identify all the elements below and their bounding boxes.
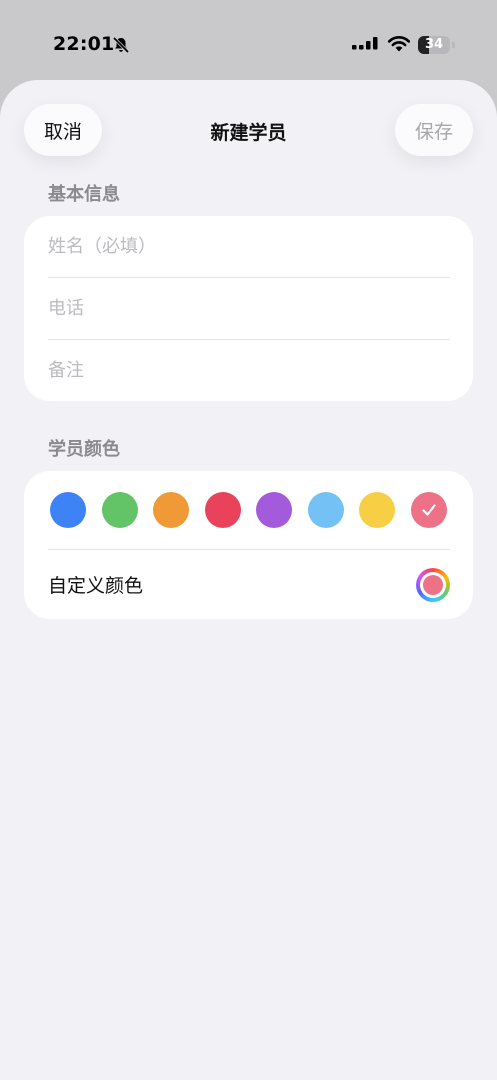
color-swatch[interactable] [204, 492, 241, 528]
color-swatch[interactable] [410, 492, 447, 528]
save-button[interactable]: 保存 [395, 104, 473, 156]
basic-info-card: 姓名（必填） 电话 备注 [24, 216, 473, 401]
custom-color-preview [423, 575, 443, 595]
battery-indicator: 34 [418, 36, 456, 54]
new-student-sheet: 取消 新建学员 保存 基本信息 姓名（必填） 电话 备注 学员颜色 自定义颜色 [0, 80, 497, 1080]
name-field[interactable]: 姓名（必填） [48, 216, 450, 277]
note-field[interactable]: 备注 [48, 340, 450, 401]
color-swatch[interactable] [101, 492, 138, 528]
bell-slash-icon [112, 36, 130, 54]
battery-level-text: 34 [424, 37, 444, 52]
student-color-section-title: 学员颜色 [48, 439, 120, 460]
phone-field[interactable]: 电话 [48, 278, 450, 339]
color-swatch[interactable] [256, 492, 292, 528]
status-bar: 22:01 34 [0, 0, 497, 80]
color-swatch[interactable] [50, 492, 86, 528]
color-swatch[interactable] [307, 492, 344, 528]
student-color-card: 自定义颜色 [24, 471, 473, 619]
color-swatch[interactable] [153, 492, 189, 528]
status-time: 22:01 [53, 33, 115, 55]
custom-color-picker-icon[interactable] [416, 568, 450, 602]
basic-info-section-title: 基本信息 [48, 184, 120, 205]
color-swatch[interactable] [359, 492, 395, 528]
divider [48, 549, 450, 550]
cellular-signal-icon [352, 37, 378, 50]
custom-color-label[interactable]: 自定义颜色 [48, 571, 143, 598]
checkmark-icon [421, 504, 436, 516]
wifi-icon [387, 36, 411, 52]
